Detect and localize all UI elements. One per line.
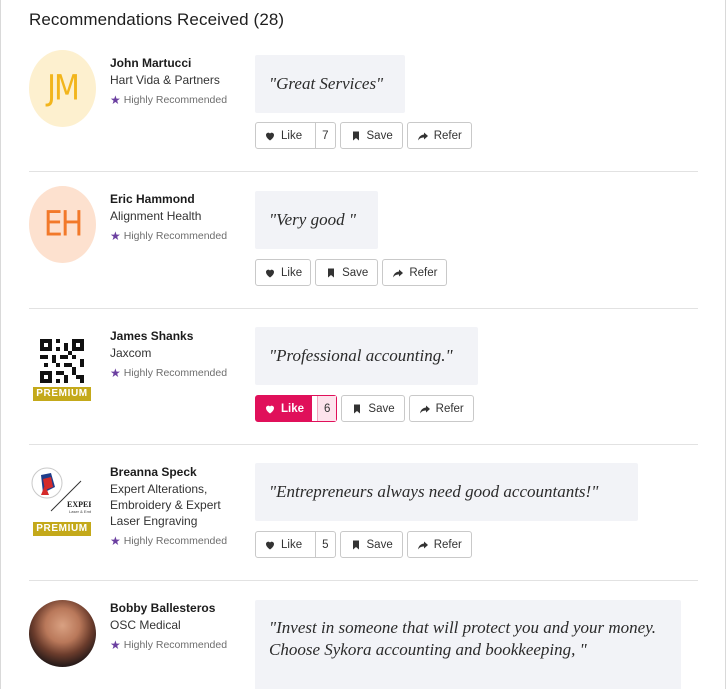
refer-button[interactable]: Refer	[406, 531, 472, 558]
like-label: Like	[281, 538, 303, 551]
like-count: 6	[317, 396, 337, 421]
badge-label: Highly Recommended	[123, 535, 228, 547]
recommender-name[interactable]: Bobby Ballesteros	[110, 601, 215, 615]
recommendation-card: JM John Martucci Hart Vida & Partners ★ …	[29, 40, 698, 172]
share-arrow-icon	[417, 132, 428, 140]
save-button[interactable]: Save	[341, 395, 405, 422]
avatar-photo	[29, 600, 96, 667]
recommender-name[interactable]: Eric Hammond	[110, 192, 195, 206]
recommendation-quote: "Professional accounting."	[255, 327, 478, 385]
recommendation-quote: "Invest in someone that will protect you…	[255, 600, 681, 689]
recommendations-panel: Recommendations Received (28) JM John Ma…	[0, 0, 726, 689]
save-label: Save	[342, 266, 369, 279]
like-count: 5	[315, 532, 334, 557]
bookmark-icon	[352, 540, 359, 549]
badge-label: Highly Recommended	[123, 94, 228, 106]
recommendation-card: Bobby Ballesteros OSC Medical ★ Highly R…	[29, 581, 698, 689]
bookmark-icon	[352, 131, 359, 140]
save-button[interactable]: Save	[339, 531, 403, 558]
like-label: Like	[281, 402, 305, 415]
avatar: JM	[29, 49, 96, 128]
highly-recommended-badge: ★ Highly Recommended	[110, 535, 227, 547]
recommender-company: Expert Alterations, Embroidery & Expert …	[110, 482, 221, 528]
like-button[interactable]: Like 5	[255, 531, 336, 558]
heart-icon	[266, 541, 274, 549]
recommender-company: Jaxcom	[110, 346, 152, 360]
expert-logo-icon: EXPERT Laser & Embr.	[31, 467, 91, 514]
share-arrow-icon	[393, 269, 404, 277]
recommendation-card: PREMIUM James Shanks Jaxcom ★ Highly Rec…	[29, 309, 698, 445]
premium-badge: PREMIUM	[33, 387, 91, 401]
action-bar: Like 7 Save Refer	[255, 122, 472, 149]
highly-recommended-badge: ★ Highly Recommended	[110, 639, 227, 651]
action-bar: Like 5 Save Refer	[255, 531, 472, 558]
page-title: Recommendations Received (28)	[29, 10, 285, 29]
heart-icon	[266, 132, 274, 140]
recommender-name[interactable]: James Shanks	[110, 329, 193, 343]
highly-recommended-badge: ★ Highly Recommended	[110, 94, 227, 106]
recommender-name[interactable]: John Martucci	[110, 56, 191, 70]
recommender-company: Alignment Health	[110, 209, 202, 223]
heart-icon	[266, 405, 274, 413]
like-button[interactable]: Like 6	[255, 395, 338, 422]
refer-label: Refer	[433, 129, 462, 142]
svg-text:EXPERT: EXPERT	[67, 500, 91, 509]
star-icon: ★	[110, 366, 121, 380]
star-icon: ★	[110, 93, 121, 107]
action-bar: Like Save Refer	[255, 259, 448, 286]
recommender-name[interactable]: Breanna Speck	[110, 465, 197, 479]
refer-label: Refer	[409, 266, 438, 279]
highly-recommended-badge: ★ Highly Recommended	[110, 367, 227, 379]
refer-label: Refer	[435, 402, 464, 415]
refer-label: Refer	[433, 538, 462, 551]
action-bar: Like 6 Save Refer	[255, 395, 474, 422]
star-icon: ★	[110, 638, 121, 652]
qr-code-icon	[40, 339, 84, 383]
recommendation-card: EH Eric Hammond Alignment Health ★ Highl…	[29, 172, 698, 309]
recommendation-quote: "Entrepreneurs always need good accounta…	[255, 463, 638, 521]
like-button[interactable]: Like	[255, 259, 312, 286]
save-button[interactable]: Save	[315, 259, 379, 286]
save-button[interactable]: Save	[339, 122, 403, 149]
bookmark-icon	[354, 404, 361, 413]
share-arrow-icon	[419, 405, 430, 413]
share-arrow-icon	[417, 541, 428, 549]
save-label: Save	[366, 538, 393, 551]
business-logo: PREMIUM	[29, 339, 91, 401]
like-button[interactable]: Like 7	[255, 122, 336, 149]
save-label: Save	[366, 129, 393, 142]
refer-button[interactable]: Refer	[408, 395, 474, 422]
badge-label: Highly Recommended	[123, 230, 228, 242]
like-label: Like	[281, 129, 303, 142]
recommender-company: OSC Medical	[110, 618, 181, 632]
recommendation-quote: "Great Services"	[255, 55, 405, 113]
recommender-company: Hart Vida & Partners	[110, 73, 220, 87]
recommendation-quote: "Very good "	[255, 191, 378, 249]
badge-label: Highly Recommended	[123, 639, 228, 651]
avatar: EH	[29, 185, 96, 264]
like-label: Like	[281, 266, 303, 279]
save-label: Save	[368, 402, 395, 415]
like-count: 7	[315, 123, 334, 148]
bookmark-icon	[328, 268, 335, 277]
recommendation-card: EXPERT Laser & Embr. PREMIUM Breanna Spe…	[29, 445, 698, 581]
refer-button[interactable]: Refer	[382, 259, 448, 286]
business-logo: EXPERT Laser & Embr. PREMIUM	[29, 465, 91, 537]
star-icon: ★	[110, 229, 121, 243]
badge-label: Highly Recommended	[123, 367, 228, 379]
highly-recommended-badge: ★ Highly Recommended	[110, 230, 227, 242]
premium-badge: PREMIUM	[33, 522, 91, 536]
heart-icon	[266, 269, 274, 277]
refer-button[interactable]: Refer	[406, 122, 472, 149]
svg-text:Laser & Embr.: Laser & Embr.	[69, 509, 91, 514]
star-icon: ★	[110, 534, 121, 548]
